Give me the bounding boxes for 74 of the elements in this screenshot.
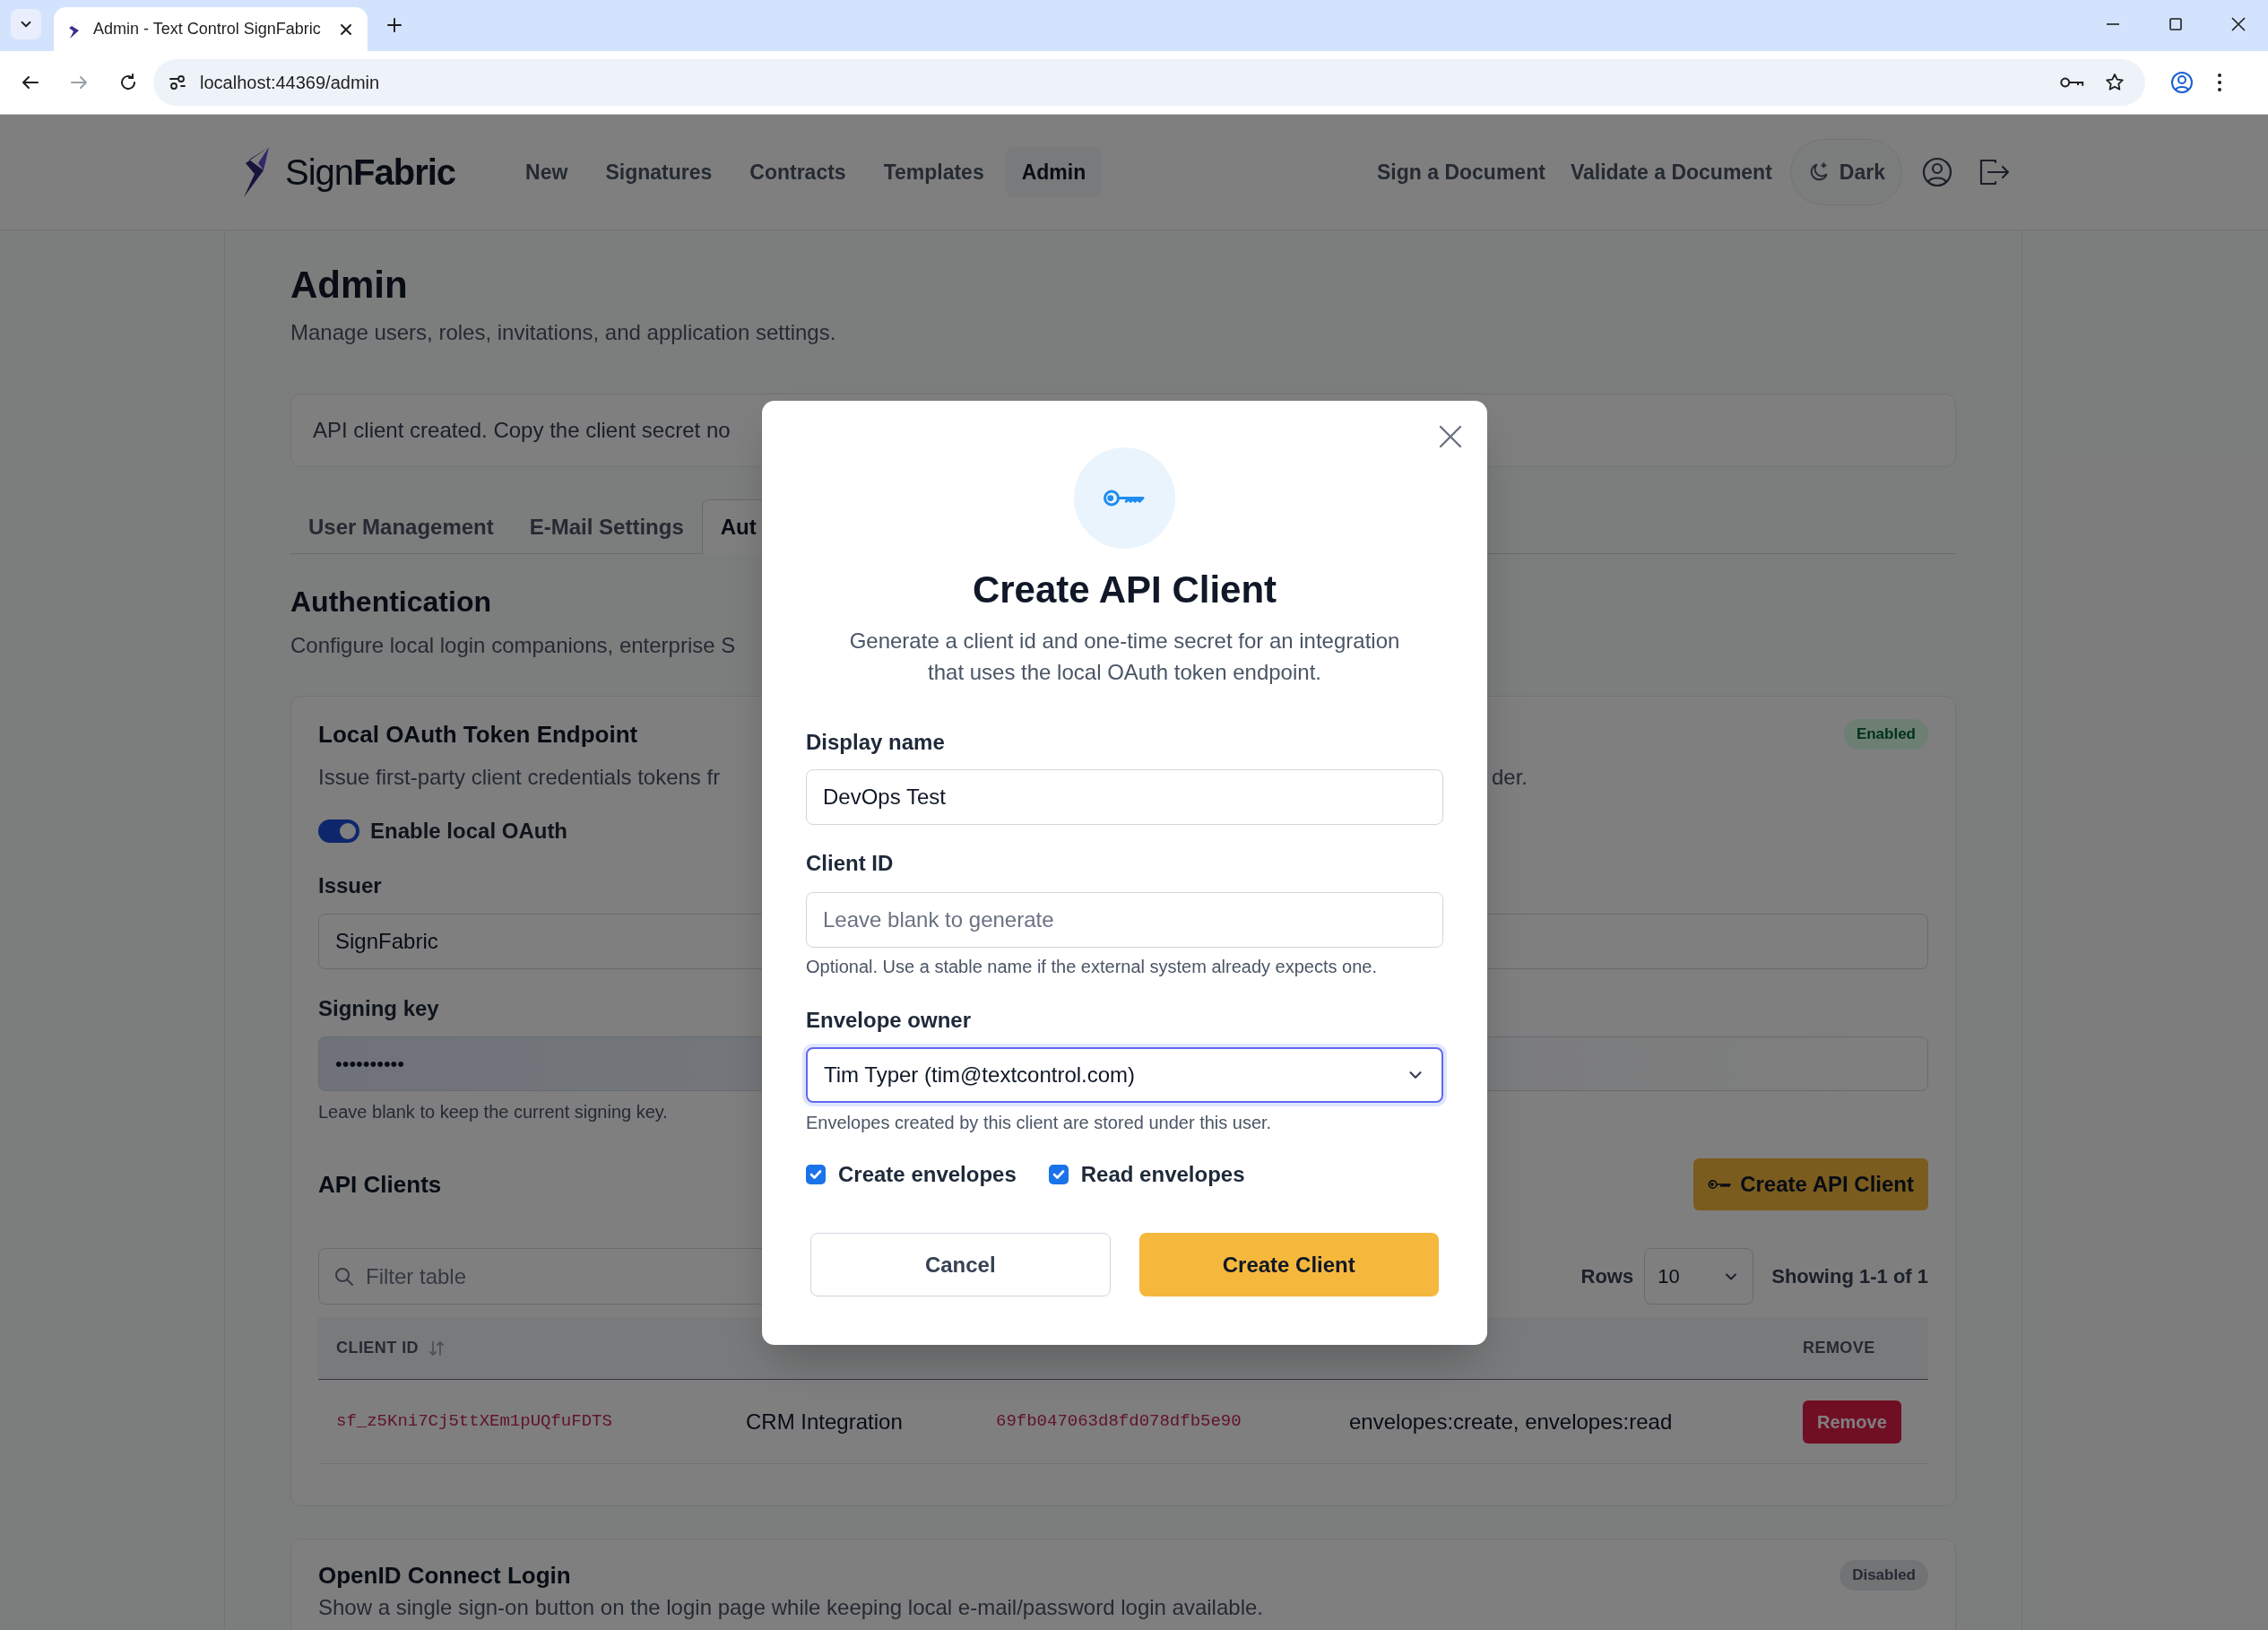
field-label: Envelope owner xyxy=(806,1007,973,1034)
section-title: Authentication xyxy=(290,585,491,620)
tab[interactable]: E-Mail Settings xyxy=(511,499,702,554)
help-text: Envelopes created by this client are stored under this user. xyxy=(806,1112,1273,1134)
rows-label: Rows xyxy=(1580,1264,1634,1289)
star-icon[interactable] xyxy=(2104,72,2125,93)
tab[interactable]: User Management xyxy=(290,499,512,554)
table-cell: 69fb047063d8fd078dfb5e90 xyxy=(996,1411,1242,1432)
page-subtitle: Manage users, roles, invitations, and application settings. xyxy=(290,319,837,346)
checkbox[interactable] xyxy=(1048,1165,1069,1184)
nav-link[interactable]: New xyxy=(509,147,584,197)
checkbox[interactable] xyxy=(806,1165,826,1184)
cancel-button[interactable]: Cancel xyxy=(810,1233,1111,1296)
alert-text: API client created. Copy the client secret no xyxy=(313,417,731,444)
page-title: Admin xyxy=(290,263,409,308)
input-field[interactable]: Leave blank to generate xyxy=(806,892,1443,948)
field-label: Display name xyxy=(806,729,946,756)
table-cell: CRM Integration xyxy=(746,1409,903,1434)
table-cell: envelopes:create, envelopes:read xyxy=(1349,1409,1673,1434)
pagination-summary: Showing 1-1 of 1 xyxy=(1771,1264,1928,1289)
theme-button[interactable]: Dark xyxy=(1789,139,1902,205)
dialog-description: Generate a client id and one-time secret for an integration that uses the local OAuth token endpoint. xyxy=(848,628,1401,686)
logo-text[interactable]: SignFabric xyxy=(285,145,456,199)
column-header: REMOVE xyxy=(1803,1338,1875,1358)
table-cell: sf_z5Kni7Cj5ttXEm1pUQfuFDTS xyxy=(336,1411,612,1432)
nav-link[interactable]: Contracts xyxy=(733,147,862,197)
card-title: OpenID Connect Login xyxy=(318,1560,571,1591)
card-description: Issue first-party client credentials tokens fr xyxy=(318,765,721,789)
tab-title: Admin - Text Control SignFabric xyxy=(93,19,321,39)
menu-icon[interactable] xyxy=(2217,73,2222,92)
logout-icon[interactable] xyxy=(1978,157,2010,187)
status-badge: Enabled xyxy=(1843,719,1928,750)
check-icon xyxy=(809,1167,823,1182)
nav-link[interactable]: Sign a Document xyxy=(1364,156,1558,188)
toggle-switch[interactable] xyxy=(318,819,359,843)
profile-icon[interactable] xyxy=(2170,71,2194,94)
create-api-client-button[interactable]: Create API Client xyxy=(1693,1158,1928,1210)
user-icon[interactable] xyxy=(1922,157,1952,187)
section-description: Configure local login companions, enterprise S xyxy=(290,632,736,659)
tab-list-button[interactable] xyxy=(11,9,41,39)
help-text: Optional. Use a stable name if the external system already expects one. xyxy=(806,956,1378,978)
check-icon xyxy=(1051,1167,1066,1182)
card-description: Show a single sign-on button on the login page while keeping local e-mail/password login available. xyxy=(318,1595,1264,1620)
maximize-icon[interactable] xyxy=(2168,16,2184,32)
field-label: Issuer xyxy=(318,872,382,899)
address-bar[interactable]: localhost:44369/admin xyxy=(153,59,2145,106)
close-icon[interactable] xyxy=(2230,16,2246,32)
url-text: localhost:44369/admin xyxy=(200,72,380,94)
nav-link[interactable]: Templates xyxy=(867,147,1000,197)
status-badge: Disabled xyxy=(1840,1560,1928,1591)
subsection-title: API Clients xyxy=(318,1169,442,1200)
search-icon xyxy=(333,1265,355,1288)
help-text: Leave blank to keep the current signing key. xyxy=(318,1101,668,1123)
checkbox-label: Create envelopes xyxy=(838,1161,1017,1188)
create-client-button[interactable]: Create Client xyxy=(1138,1233,1439,1296)
key-icon xyxy=(1708,1178,1734,1191)
nav-link[interactable]: Signatures xyxy=(589,147,729,197)
dialog-title: Create API Client xyxy=(971,568,1278,612)
site-info-icon[interactable] xyxy=(168,73,187,92)
browser-tab[interactable]: Admin - Text Control SignFabric xyxy=(54,7,368,51)
input-field[interactable]: DevOps Test xyxy=(806,769,1443,825)
toggle-label: Enable local OAuth xyxy=(370,818,568,845)
column-header[interactable]: CLIENT ID xyxy=(336,1336,420,1360)
remove-button[interactable]: Remove xyxy=(1803,1400,1901,1444)
card-description: der. xyxy=(1492,764,1528,791)
field-label: Client ID xyxy=(806,850,895,877)
card-title: Local OAuth Token Endpoint xyxy=(318,719,638,750)
rows-select[interactable]: 10 xyxy=(1644,1248,1754,1305)
nav-link[interactable]: Validate a Document xyxy=(1557,156,1785,188)
nav-link[interactable]: Admin xyxy=(1005,147,1103,197)
close-icon[interactable] xyxy=(339,22,353,37)
checkbox-label: Read envelopes xyxy=(1080,1161,1245,1188)
field-label: Signing key xyxy=(318,995,439,1022)
new-tab-icon[interactable] xyxy=(385,16,403,34)
